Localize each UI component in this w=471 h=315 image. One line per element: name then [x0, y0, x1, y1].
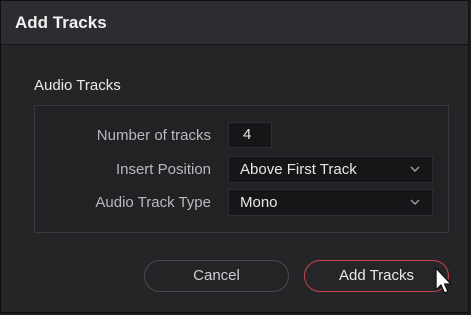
number-of-tracks-label: Number of tracks	[96, 127, 211, 144]
audio-tracks-section-title: Audio Tracks	[34, 77, 121, 94]
insert-position-label: Insert Position	[115, 161, 211, 178]
audio-track-type-value: Mono	[240, 194, 278, 211]
dialog-titlebar: Add Tracks	[1, 1, 468, 45]
cancel-button[interactable]: Cancel	[144, 260, 289, 292]
add-tracks-dialog: Add Tracks Audio Tracks Number of tracks…	[0, 0, 469, 313]
number-of-tracks-input[interactable]: 4	[228, 122, 272, 148]
mouse-pointer-icon	[435, 267, 452, 294]
chevron-down-icon	[410, 166, 420, 173]
audio-track-type-label: Audio Track Type	[95, 194, 211, 211]
dialog-title: Add Tracks	[15, 13, 107, 32]
add-tracks-button[interactable]: Add Tracks	[304, 260, 449, 292]
audio-track-type-select[interactable]: Mono	[228, 189, 433, 216]
insert-position-select[interactable]: Above First Track	[228, 156, 433, 183]
chevron-down-icon	[410, 199, 420, 206]
insert-position-value: Above First Track	[240, 161, 357, 178]
